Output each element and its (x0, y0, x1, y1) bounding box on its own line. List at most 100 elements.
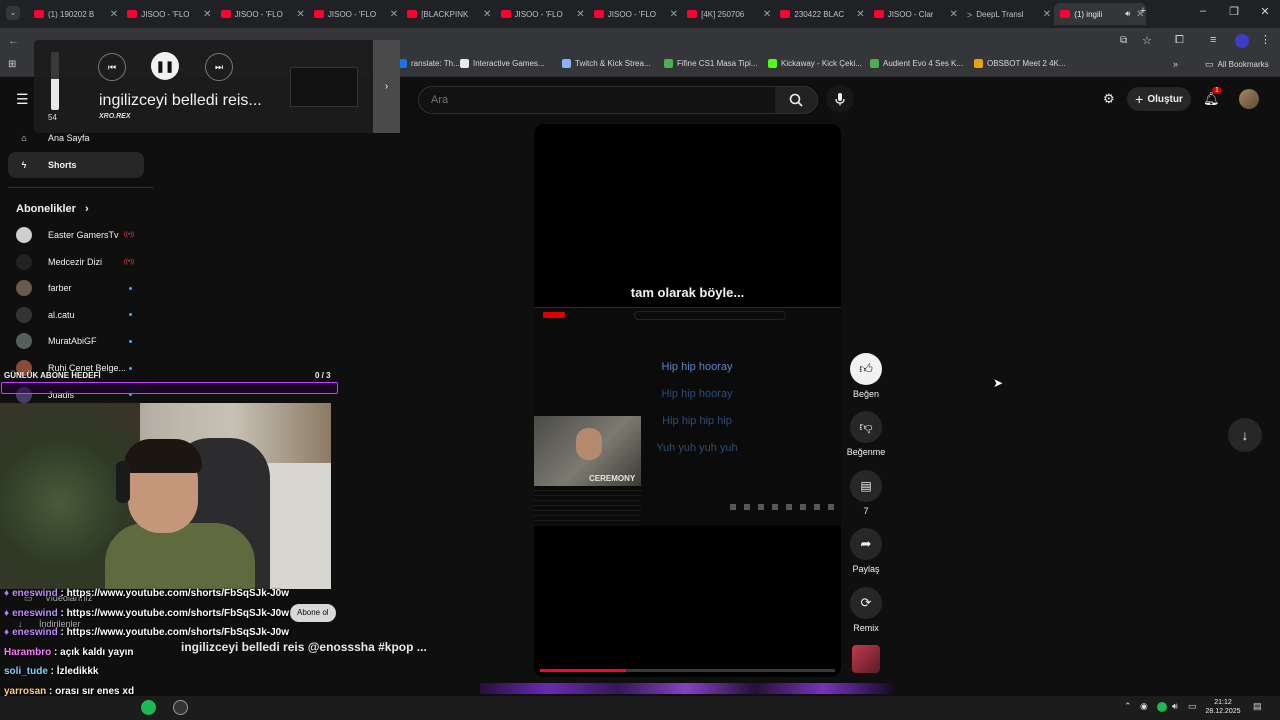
spotify-icon[interactable] (141, 700, 156, 715)
media-controls-icon[interactable]: ≡ (1210, 34, 1216, 46)
close-tab-icon[interactable]: ✕ (854, 9, 866, 20)
bookmark-item[interactable]: Audient Evo 4 Ses K... (870, 59, 963, 68)
bookmark-item[interactable]: Twitch & Kick Strea... (562, 59, 651, 68)
subscribe-button[interactable]: Abone ol (290, 604, 336, 622)
bookmark-item[interactable]: Fifine CS1 Masa Tipi... (664, 59, 757, 68)
bookmarks-overflow-icon[interactable]: » (1173, 59, 1178, 69)
browser-tab[interactable]: JISOO - 'FLO ✕ (588, 3, 680, 25)
subscription-item[interactable]: Easter GamersTv ((•)) (16, 226, 136, 244)
close-tab-icon[interactable]: ✕ (108, 9, 120, 20)
browser-tab[interactable]: [4K] 250706 ✕ (681, 3, 773, 25)
sound-thumbnail[interactable] (852, 645, 880, 673)
minimize-button[interactable]: – (1193, 5, 1213, 17)
close-tab-icon[interactable]: ✕ (575, 9, 587, 20)
browser-tab[interactable]: (1) 190202 B ✕ (28, 3, 120, 25)
voice-search-button[interactable] (826, 85, 854, 113)
streamer-webcam (0, 403, 331, 589)
share-button[interactable]: ➦ Paylaş (846, 528, 886, 574)
volume-fill (51, 78, 59, 110)
close-tab-icon[interactable]: ✕ (761, 9, 773, 20)
dislike-button[interactable]: 👎︎ Beğenme (846, 411, 886, 457)
subscriptions-header[interactable]: Abonelikler › (16, 203, 89, 215)
browser-tab[interactable]: JISOO - 'FLO ✕ (495, 3, 587, 25)
comments-button[interactable]: ▤ 7 (846, 470, 886, 516)
account-avatar[interactable] (1239, 89, 1259, 109)
clock-date: 28.12.2025 (1205, 708, 1241, 715)
pause-button[interactable]: ❚❚ (151, 52, 179, 80)
extensions-icon[interactable]: ⧠ (1175, 34, 1184, 47)
close-tab-icon[interactable]: ✕ (481, 9, 493, 20)
bookmark-star-icon[interactable]: ☆ (1142, 34, 1152, 47)
volume-icon[interactable]: 🔊︎ (1172, 701, 1178, 712)
menu-icon[interactable]: ⋮ (1260, 33, 1271, 46)
browser-tab[interactable]: [BLACKPINK ✕ (401, 3, 493, 25)
bookmark-item[interactable]: OBSBOT Meet 2 4K... (974, 59, 1066, 68)
tab-search-icon[interactable]: ⌄ (6, 6, 20, 20)
bookmark-item[interactable]: ranslate: Th... (398, 59, 460, 68)
like-button[interactable]: 👍︎ Beğen (846, 353, 886, 399)
new-content-dot (129, 339, 132, 343)
video-progress-track[interactable] (540, 669, 835, 672)
previous-track-button[interactable]: ⏮ (98, 53, 126, 81)
subscription-item[interactable]: Medcezir Dizi ((•)) (16, 253, 136, 271)
create-button[interactable]: + Oluştur (1127, 87, 1191, 111)
close-tab-icon[interactable]: ✕ (1041, 9, 1053, 20)
network-icon[interactable]: ▭ (1188, 701, 1197, 712)
browser-tab[interactable]: JISOO - 'FLO ✕ (121, 3, 213, 25)
channel-avatar (16, 253, 32, 270)
embedded-chat-area (534, 486, 641, 522)
chat-badge-icon: ♦ (4, 607, 10, 619)
menu-hamburger-icon[interactable]: ☰ (16, 91, 29, 108)
sidebar-item-shorts[interactable]: ϟ Shorts (8, 152, 144, 178)
bookmark-favicon (768, 59, 777, 68)
bookmark-favicon (974, 59, 983, 68)
channel-avatar (16, 280, 32, 297)
notification-center-icon[interactable]: ▤ (1253, 701, 1262, 712)
browser-tab-strip: ⌄ (1) 190202 B ✕ JISOO - 'FLO ✕ JISOO - 'FLO… (0, 0, 1280, 28)
obs-icon[interactable] (173, 700, 188, 715)
maximize-button[interactable]: ❐ (1224, 5, 1244, 18)
short-title-overlay[interactable]: ingilizceyi belledi reis @enosssha #kpop… (181, 640, 427, 654)
volume-slider[interactable] (51, 52, 59, 110)
notifications-button[interactable]: 🔔︎ 1 (1203, 87, 1222, 108)
bookmark-favicon (664, 59, 673, 68)
remix-button[interactable]: ⟳ Remix (846, 587, 886, 633)
close-tab-icon[interactable]: ✕ (668, 9, 680, 20)
next-short-button[interactable]: ↓ (1228, 418, 1262, 452)
close-tab-icon[interactable]: ✕ (201, 9, 213, 20)
bookmark-item[interactable]: Interactive Games... (460, 59, 545, 68)
browser-tab[interactable]: JISOO - Clar ✕ (868, 3, 960, 25)
tray-spotify-icon[interactable] (1157, 702, 1167, 712)
next-track-button[interactable]: ⏭ (205, 53, 233, 81)
subscription-item[interactable]: MuratAbiGF (16, 332, 136, 350)
speaker-icon[interactable]: 🔊︎ (1125, 9, 1130, 19)
browser-tab[interactable]: JISOO - 'FLO ✕ (215, 3, 307, 25)
short-video-player[interactable]: tam olarak böyle... Hip hip hooray Hip h… (534, 124, 841, 677)
all-bookmarks[interactable]: ▭ All Bookmarks (1205, 59, 1269, 70)
close-tab-icon[interactable]: ✕ (948, 9, 960, 20)
apps-icon[interactable]: ⊞ (8, 59, 16, 70)
browser-tab[interactable]: JISOO - 'FLO ✕ (308, 3, 400, 25)
clock[interactable]: 21:12 28.12.2025 (1200, 698, 1246, 716)
media-expand-button[interactable]: › (373, 40, 400, 133)
bookmark-item[interactable]: Kickaway - Kick Çeki... (768, 59, 862, 68)
search-box[interactable] (418, 86, 776, 114)
browser-tab[interactable]: > DeepL Transl ✕ (961, 3, 1053, 25)
close-window-button[interactable]: ✕ (1255, 5, 1275, 18)
back-icon[interactable]: ← (8, 35, 19, 47)
cast-icon[interactable]: ⧉ (1120, 35, 1127, 46)
discord-icon[interactable]: ◉ (1140, 701, 1148, 712)
close-tab-icon[interactable]: ✕ (388, 9, 400, 20)
close-tab-icon[interactable]: ✕ (295, 9, 307, 20)
channel-name: al.catu (48, 309, 75, 320)
subscription-item[interactable]: al.catu (16, 306, 136, 324)
studio-icon[interactable]: ⚙ (1103, 91, 1115, 107)
new-tab-button[interactable]: + (1133, 5, 1153, 17)
browser-tab[interactable]: 230422 BLAC ✕ (774, 3, 866, 25)
bookmark-favicon (870, 59, 879, 68)
tray-chevron-icon[interactable]: ⌃ (1124, 701, 1132, 712)
search-input[interactable] (429, 93, 763, 107)
profile-avatar[interactable] (1235, 34, 1249, 48)
subscription-item[interactable]: farber (16, 279, 136, 297)
search-button[interactable] (775, 86, 818, 114)
